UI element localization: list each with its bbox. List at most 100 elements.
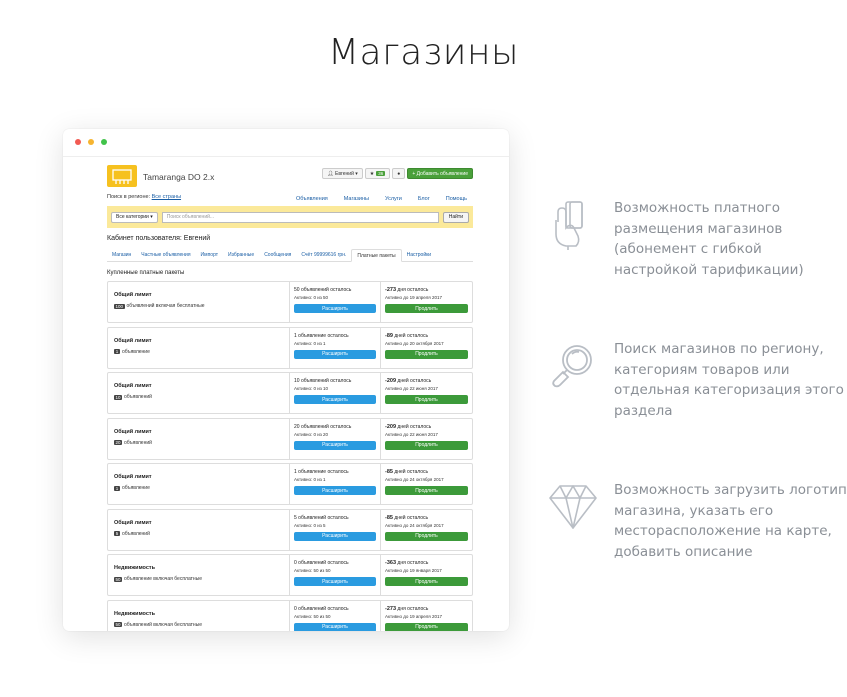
favorites-count: 36 [376, 171, 386, 176]
package-info: Недвижимость 50 объявлений включая бесплат… [108, 600, 290, 631]
nav-services[interactable]: Услуги [385, 196, 402, 202]
renew-button[interactable]: Продлить [385, 349, 468, 359]
package-limit: 50 объявление включая бесплатные [114, 576, 289, 582]
package-info: Общий лимит 10 объявлений [108, 373, 290, 413]
package-info: Общий лимит 1 объявление [108, 464, 290, 504]
days-left: -89 дней осталось [385, 333, 468, 339]
renew-button[interactable]: Продлить [385, 622, 468, 631]
nav-blog[interactable]: Блог [418, 196, 430, 202]
package-usage: 10 объявлений осталось Активно: 0 из 10 Ра… [290, 373, 381, 413]
cabinet-tabs: Магазин Частные объявления Импорт Избранные… [107, 249, 473, 262]
tab-6[interactable]: Платные пакеты [351, 249, 402, 262]
category-dropdown[interactable]: Все категории ▾ [111, 211, 158, 223]
package-name: Общий лимит [114, 337, 152, 344]
limit-count: 1 [114, 485, 120, 491]
active-until: Активно до 24 октября 2017 [385, 477, 444, 482]
renew-button[interactable]: Продлить [385, 486, 468, 495]
package-term: -89 дней осталось Активно до 20 октября 2… [381, 328, 472, 368]
renew-button[interactable]: Продлить [385, 395, 468, 404]
active-until: Активно до 22 июня 2017 [385, 386, 438, 391]
tab-1[interactable]: Частные объявления [136, 249, 195, 261]
extend-button[interactable]: Расширить [294, 622, 376, 631]
nav-help[interactable]: Помощь [446, 196, 467, 202]
package-info: Общий лимит 5 объявлений [108, 509, 290, 550]
limit-desc: объявление включая бесплатные [124, 576, 203, 582]
days-value: -273 [385, 287, 397, 293]
active-until: Активно до 20 октября 2017 [385, 340, 444, 346]
chevron-down-icon: ▾ [148, 214, 153, 220]
search-button[interactable]: Найти [442, 211, 469, 223]
tab-7[interactable]: Настройки [402, 249, 437, 261]
limit-desc: объявлений [124, 394, 152, 400]
package-limit: 20 объявлений [114, 440, 289, 446]
tab-0[interactable]: Магазин [107, 249, 136, 261]
package-term: -209 дней осталось Активно до 22 июня 201… [381, 373, 472, 413]
package-usage: 1 объявление осталось Активно: 0 из 1 Расш… [290, 327, 381, 368]
package-term: -273 дня осталось Активно до 19 апреля 20… [381, 282, 472, 322]
active-text: Активно: 0 из 10 [294, 386, 329, 391]
days-left: -209 дней осталось [385, 424, 468, 430]
days-label: дня осталось [397, 287, 429, 293]
days-left: -363 дня осталось [385, 560, 468, 566]
tab-3[interactable]: Избранные [223, 249, 259, 261]
window-controls [75, 139, 107, 145]
search-input[interactable]: Поиск объявлений... [161, 211, 439, 223]
add-listing-button[interactable]: + Добавить объявление [407, 168, 473, 179]
extend-button[interactable]: Расширить [294, 577, 376, 586]
extend-button[interactable]: Расширить [294, 304, 376, 313]
region-link[interactable]: Все страны [152, 194, 181, 200]
renew-button[interactable]: Продлить [385, 304, 468, 313]
tab-4[interactable]: Сообщения [259, 249, 296, 261]
days-left: -273 дня осталось [385, 287, 468, 293]
close-dot[interactable] [75, 139, 81, 145]
region-label: Поиск в регионе: [107, 194, 151, 200]
hand-card-icon [546, 198, 600, 252]
user-menu-button[interactable]: 👤︎ Евгений ▾ [322, 168, 363, 179]
limit-count: 100 [114, 303, 125, 309]
remaining-text: 0 объявлений осталось [294, 605, 349, 612]
renew-button[interactable]: Продлить [385, 440, 468, 450]
package-name: Общий лимит [114, 383, 152, 389]
days-value: -209 [385, 378, 397, 384]
limit-desc: объявлений [122, 530, 150, 537]
nav-listings[interactable]: Объявления [296, 196, 328, 202]
package-usage: 1 объявление осталось Активно: 0 из 1 Расш… [290, 464, 381, 504]
maximize-dot[interactable] [101, 139, 107, 145]
days-value: -273 [385, 605, 397, 612]
active-until: Активно до 22 июня 2017 [385, 431, 438, 437]
limit-count: 10 [114, 394, 123, 400]
region-row: Поиск в регионе: Все страны Объявления М… [107, 191, 473, 203]
days-label: дня осталось [397, 560, 429, 566]
browser-window: Tamaranga DO 2.x 👤︎ Евгений ▾ ★ 36 ● + Д… [63, 129, 509, 631]
active-text: Активно: 0 из 20 [294, 431, 329, 437]
package-name: Общий лимит [114, 292, 152, 298]
renew-button[interactable]: Продлить [385, 577, 468, 586]
tab-2[interactable]: Импорт [196, 249, 223, 261]
extend-button[interactable]: Расширить [294, 531, 376, 541]
extend-button[interactable]: Расширить [294, 349, 376, 359]
renew-button[interactable]: Продлить [385, 531, 468, 541]
package-term: -363 дня осталось Активно до 19 января 20… [381, 555, 472, 595]
package-term: -85 дней осталось Активно до 24 октября 2… [381, 510, 472, 550]
favorites-button[interactable]: ★ 36 [364, 168, 391, 179]
active-until: Активно до 19 января 2017 [385, 568, 442, 573]
package-name: Недвижимость [114, 565, 155, 571]
tab-5[interactable]: Счёт 99999616 грн. [296, 249, 351, 261]
package-card: Общий лимит 1 объявление 1 объявление остал… [107, 326, 473, 369]
minimize-dot[interactable] [88, 139, 94, 145]
days-label: дней осталось [397, 378, 432, 384]
top-nav: Объявления Магазины Услуги Блог Помощь [296, 196, 467, 202]
extend-button[interactable]: Расширить [294, 395, 376, 404]
active-until: Активно до 19 апреля 2017 [385, 295, 442, 300]
days-label: дней осталось [394, 514, 429, 521]
extend-button[interactable]: Расширить [294, 486, 376, 495]
package-card: Недвижимость 50 объявление включая бесплат… [107, 554, 473, 596]
days-label: дней осталось [397, 423, 432, 430]
days-left: -85 дней осталось [385, 515, 468, 521]
extend-button[interactable]: Расширить [294, 440, 376, 450]
logo-text[interactable]: Tamaranga DO 2.x [143, 172, 214, 182]
logo-icon[interactable] [107, 165, 137, 187]
days-left: -273 дня осталось [385, 606, 468, 612]
nav-shops[interactable]: Магазины [344, 196, 369, 202]
messages-button[interactable]: ● [392, 168, 406, 179]
